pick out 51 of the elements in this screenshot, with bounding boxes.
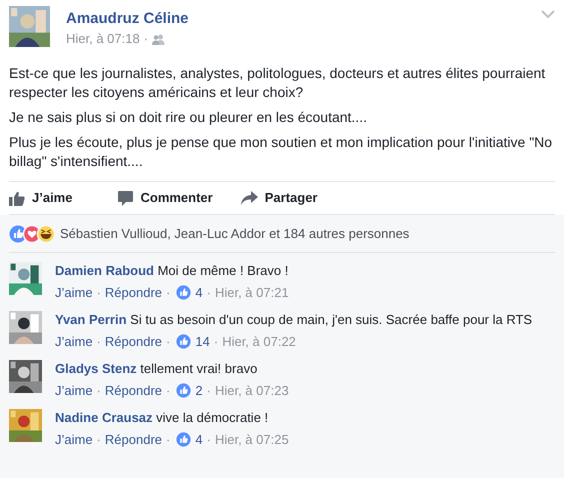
separator-dot: · — [96, 382, 101, 400]
like-icon — [176, 334, 192, 349]
action-button[interactable]: Partager — [240, 188, 318, 208]
like-count[interactable]: 4 — [195, 284, 203, 302]
action-button[interactable]: J’aime — [9, 188, 72, 208]
comment-author[interactable]: Yvan Perrin — [55, 312, 127, 326]
action-button[interactable]: Commenter — [118, 188, 213, 208]
comment-text: Damien Raboud Moi de même ! Bravo ! — [55, 262, 290, 280]
reaction-icons[interactable] — [9, 224, 55, 243]
like-icon — [9, 190, 25, 206]
share-icon — [240, 191, 258, 205]
comment-text: Yvan Perrin Si tu as besoin d'un coup de main, j'en suis. Sacrée baffe pour la RTS — [55, 310, 534, 328]
comment-text: Nadine Crausaz vive la démocratie ! — [55, 408, 270, 426]
post-paragraph: Plus je les écoute, plus je pense que mon soutien et mon implication pour l'initiative "No billag" s'intensifient.... — [9, 133, 554, 171]
post-paragraph: Est-ce que les journalistes, analystes, politologues, docteurs et autres élites pourraient respecter les citoyens américains et leur choix? — [9, 64, 546, 102]
like-icon — [176, 432, 192, 447]
like-count[interactable]: 4 — [195, 430, 203, 448]
comment-text: Gladys Stenz tellement vrai! bravo — [55, 360, 258, 378]
separator-dot: · — [206, 430, 211, 448]
separator-dot: · — [166, 332, 170, 350]
friends-icon[interactable] — [152, 34, 166, 44]
like-count[interactable]: 2 — [195, 382, 203, 400]
separator-dot: · — [144, 31, 148, 47]
separator-dot: · — [166, 382, 170, 400]
like-link[interactable]: J’aime — [55, 332, 93, 350]
separator-dot: · — [214, 332, 218, 350]
chevron-down-icon[interactable] — [541, 10, 555, 19]
reply-link[interactable]: Répondre — [104, 332, 162, 350]
like-link[interactable]: J’aime — [55, 382, 93, 400]
like-icon — [176, 285, 192, 300]
separator-dot: · — [166, 430, 170, 448]
comment-author[interactable]: Gladys Stenz — [55, 360, 137, 376]
separator-dot: · — [206, 382, 211, 400]
post-paragraph: Je ne sais plus si on doit rire ou pleurer en les écoutant.... — [9, 108, 368, 127]
separator-dot: · — [96, 430, 101, 448]
like-link[interactable]: J’aime — [55, 430, 93, 448]
separator-dot: · — [96, 332, 101, 350]
reply-link[interactable]: Répondre — [104, 382, 162, 400]
separator-dot: · — [166, 284, 170, 302]
like-link[interactable]: J’aime — [55, 284, 93, 302]
reply-link[interactable]: Répondre — [104, 284, 162, 302]
like-icon — [176, 383, 192, 398]
reply-link[interactable]: Répondre — [104, 430, 162, 448]
separator-dot: · — [206, 284, 211, 302]
like-count[interactable]: 14 — [195, 332, 210, 350]
comment-icon — [118, 190, 134, 206]
separator-dot: · — [96, 284, 101, 302]
reactions-summary[interactable]: Sébastien Vullioud, Jean-Luc Addor et 184 autres personnes — [60, 224, 410, 244]
author-name[interactable]: Amaudruz Céline — [66, 10, 533, 28]
comment-author[interactable]: Nadine Crausaz — [55, 410, 153, 424]
comment-author[interactable]: Damien Raboud — [55, 262, 154, 278]
